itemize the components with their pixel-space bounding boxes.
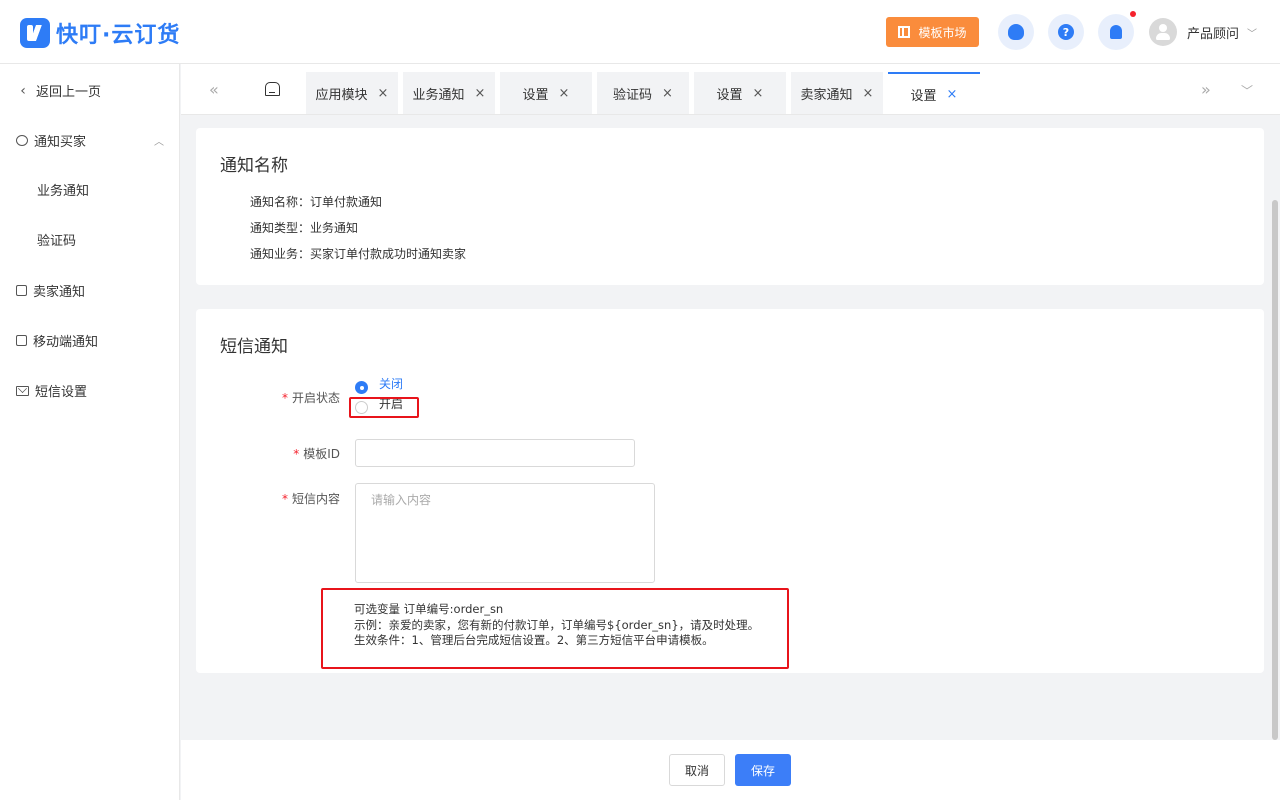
back-link[interactable]: ‹ 返回上一页 — [16, 81, 102, 101]
tab-label: 设置 — [716, 87, 743, 103]
notify-name-card: 通知名称 通知名称：订单付款通知 通知类型：业务通知 通知业务：买家订单付款成功… — [196, 128, 1264, 285]
hint-variables: 可选变量 订单编号:order_sn — [354, 602, 504, 616]
tab-label: 设置 — [522, 87, 549, 103]
notifications-button[interactable] — [1098, 14, 1134, 50]
template-id-input[interactable] — [355, 439, 635, 467]
template-market-label: 模板市场 — [918, 25, 967, 40]
tab-bar: « 应用模块 × 业务通知 × 设置 × 验证码 × 设置 × 卖家通知 × 设置 × » ﹀ — [181, 64, 1280, 115]
sidebar-item-label: 卖家通知 — [33, 285, 86, 300]
mobile-notify-icon — [16, 335, 27, 346]
sms-notify-card: 短信通知 * 开启状态 关闭 开启 * 模板ID * 短信内容 请输入内容 可选变量 … — [196, 309, 1264, 673]
info-value: 业务通知 — [310, 221, 359, 235]
sidebar-item-business-notify[interactable]: 业务通知 — [37, 180, 89, 199]
highlight-box — [349, 397, 419, 418]
chat-icon — [16, 135, 28, 146]
home-icon[interactable] — [265, 82, 280, 96]
main-content: 通知名称 通知名称：订单付款通知 通知类型：业务通知 通知业务：买家订单付款成功… — [181, 115, 1272, 740]
save-button[interactable]: 保存 — [735, 754, 791, 786]
required-mark: * — [281, 391, 288, 405]
chevron-left-icon: ‹ — [20, 82, 26, 99]
tab-label: 卖家通知 — [800, 87, 853, 103]
scroll-left-icon[interactable]: « — [209, 80, 219, 99]
sidebar-item-verify-code[interactable]: 验证码 — [37, 230, 76, 249]
close-icon[interactable]: × — [863, 86, 874, 101]
tab-business-notify[interactable]: 业务通知 × — [403, 72, 495, 114]
info-label: 通知业务： — [250, 247, 311, 261]
radio-off-label[interactable]: 关闭 — [379, 375, 403, 392]
sms-content-placeholder: 请输入内容 — [371, 493, 432, 507]
brand-logo[interactable]: 快叮·云订货 — [20, 17, 180, 49]
close-icon[interactable]: × — [559, 86, 570, 101]
info-label: 通知类型： — [250, 221, 311, 235]
brand-name: 快叮·云订货 — [56, 23, 181, 48]
footer-bar: 取消 保存 — [181, 740, 1280, 800]
sidebar-item-seller-notify[interactable]: 卖家通知 — [16, 281, 85, 300]
mail-icon — [16, 385, 29, 396]
user-menu[interactable]: 产品顾问 ﹀ — [1149, 18, 1257, 46]
tab-settings-1[interactable]: 设置 × — [500, 72, 592, 114]
close-icon[interactable]: × — [378, 86, 389, 101]
sidebar-item-sms-settings[interactable]: 短信设置 — [16, 381, 87, 400]
template-icon — [898, 26, 911, 38]
info-row: 通知业务：买家订单付款成功时通知卖家 — [250, 245, 466, 262]
scroll-right-icon[interactable]: » — [1201, 80, 1211, 99]
headset-icon — [1008, 24, 1024, 40]
hint-conditions: 生效条件：1、管理后台完成短信设置。2、第三方短信平台申请模板。 — [354, 633, 714, 647]
sidebar-item-notify-buyer[interactable]: 通知买家 ︿ — [16, 131, 164, 150]
sidebar-item-label: 移动端通知 — [33, 335, 99, 350]
help-button[interactable]: ? — [1048, 14, 1084, 50]
scrollbar[interactable] — [1272, 200, 1278, 740]
sidebar: ‹ 返回上一页 通知买家 ︿ 业务通知 验证码 卖家通知 移动端通知 短信设置 — [0, 64, 180, 800]
close-icon[interactable]: × — [475, 86, 486, 101]
bell-icon — [1110, 25, 1122, 39]
sms-content-textarea[interactable]: 请输入内容 — [355, 483, 655, 583]
info-row: 通知名称：订单付款通知 — [250, 193, 382, 210]
top-bar: 快叮·云订货 模板市场 ? 产品顾问 ﹀ — [0, 0, 1280, 64]
hint-example: 示例：亲爱的卖家，您有新的付款订单，订单编号${order_sn}，请及时处理。 — [354, 617, 760, 632]
tab-verify-code[interactable]: 验证码 × — [597, 72, 689, 114]
sidebar-item-mobile-notify[interactable]: 移动端通知 — [16, 331, 98, 350]
template-market-button[interactable]: 模板市场 — [886, 17, 979, 47]
close-icon[interactable]: × — [753, 86, 764, 101]
card-title: 通知名称 — [220, 156, 288, 176]
tab-app-module[interactable]: 应用模块 × — [306, 72, 398, 114]
seller-icon — [16, 285, 27, 296]
hint-block: 可选变量 订单编号:order_sn 示例：亲爱的卖家，您有新的付款订单，订单编… — [354, 602, 759, 649]
logo-icon — [20, 18, 50, 48]
card-title: 短信通知 — [220, 337, 288, 357]
close-icon[interactable]: × — [662, 86, 673, 101]
info-value: 订单付款通知 — [310, 195, 383, 209]
chevron-up-icon: ︿ — [154, 137, 164, 148]
tab-label: 应用模块 — [315, 87, 368, 103]
info-label: 通知名称： — [250, 195, 311, 209]
template-id-label: * 模板ID — [293, 447, 340, 461]
avatar — [1149, 18, 1177, 46]
tab-label: 设置 — [910, 88, 937, 104]
sidebar-item-label: 通知买家 — [34, 135, 87, 150]
radio-off[interactable] — [355, 381, 368, 394]
tab-settings-2[interactable]: 设置 × — [694, 72, 786, 114]
back-label: 返回上一页 — [36, 85, 102, 100]
chevron-down-icon: ﹀ — [1247, 28, 1258, 40]
tab-settings-active[interactable]: 设置 × — [888, 72, 980, 114]
close-icon[interactable]: × — [947, 87, 958, 102]
tab-seller-notify[interactable]: 卖家通知 × — [791, 72, 883, 114]
tab-label: 验证码 — [613, 87, 653, 103]
cancel-button[interactable]: 取消 — [669, 754, 725, 786]
status-label: * 开启状态 — [281, 391, 340, 405]
sms-content-label: * 短信内容 — [281, 492, 340, 506]
sidebar-item-label: 短信设置 — [35, 385, 88, 400]
tab-label: 业务通知 — [412, 87, 465, 103]
info-row: 通知类型：业务通知 — [250, 219, 358, 236]
question-icon: ? — [1058, 24, 1074, 40]
info-value: 买家订单付款成功时通知卖家 — [310, 247, 467, 261]
customer-service-button[interactable] — [998, 14, 1034, 50]
chevron-down-icon[interactable]: ﹀ — [1241, 82, 1253, 99]
notification-dot — [1130, 11, 1136, 17]
user-name: 产品顾问 — [1187, 26, 1240, 42]
